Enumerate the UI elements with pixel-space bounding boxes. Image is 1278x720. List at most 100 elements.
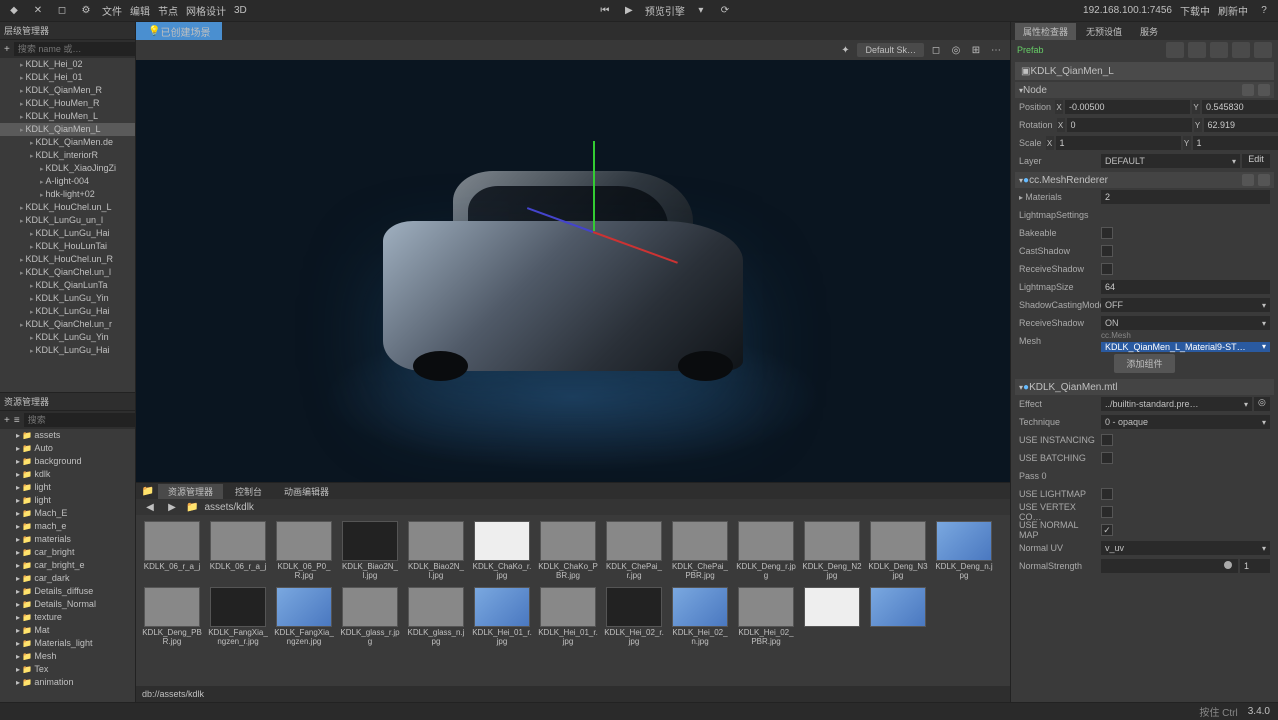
- folder-item[interactable]: light: [0, 494, 135, 507]
- help-icon[interactable]: [1242, 174, 1254, 186]
- unm-checkbox[interactable]: [1101, 524, 1113, 536]
- pass-row[interactable]: Pass 0: [1015, 467, 1274, 485]
- folder-item[interactable]: kdlk: [0, 468, 135, 481]
- tree-item[interactable]: KDLK_HouMen_R: [0, 97, 135, 110]
- tree-item[interactable]: KDLK_LunGu_Hai: [0, 227, 135, 240]
- tab-service[interactable]: 服务: [1132, 23, 1166, 40]
- lightmapsize-input[interactable]: [1101, 280, 1270, 294]
- folder-item[interactable]: materials: [0, 533, 135, 546]
- sort-icon[interactable]: ≡: [14, 412, 20, 428]
- asset-item[interactable]: KDLK_Hei_01_r.jpg: [538, 587, 598, 647]
- effect-locate-icon[interactable]: ◎: [1254, 397, 1270, 411]
- menu-node[interactable]: 节点: [158, 3, 178, 18]
- folder-item[interactable]: Tex: [0, 663, 135, 676]
- asset-item[interactable]: KDLK_Deng_PBR.jpg: [142, 587, 202, 647]
- menu-edit[interactable]: 编辑: [130, 3, 150, 18]
- tree-item[interactable]: KDLK_LunGu_un_l: [0, 214, 135, 227]
- mesh-renderer-header[interactable]: ● cc.MeshRenderer: [1015, 172, 1274, 188]
- menu-file[interactable]: 文件: [102, 3, 122, 18]
- folder-item[interactable]: Details_diffuse: [0, 585, 135, 598]
- nav-back-icon[interactable]: ◀: [142, 499, 158, 515]
- tree-item[interactable]: KDLK_QianMen_L: [0, 123, 135, 136]
- ab-tab-anim[interactable]: 动画编辑器: [274, 484, 339, 499]
- tb-btn-4[interactable]: [1232, 42, 1250, 58]
- tree-item[interactable]: A-light-004: [0, 175, 135, 188]
- tab-nopreset[interactable]: 无预设值: [1078, 23, 1130, 40]
- asset-item[interactable]: KDLK_glass_n.jpg: [406, 587, 466, 647]
- scale-x-input[interactable]: [1056, 136, 1181, 150]
- gear-icon[interactable]: [1258, 84, 1270, 96]
- scene-tab-active[interactable]: 💡 已创建场景: [136, 22, 222, 40]
- lightmap-settings-row[interactable]: LightmapSettings: [1015, 206, 1274, 224]
- tree-item[interactable]: KDLK_Hei_02: [0, 58, 135, 71]
- asset-grid[interactable]: KDLK_06_r_a_jKDLK_06_r_a_jKDLK_06_P0_R.j…: [136, 515, 1010, 686]
- help-icon[interactable]: [1242, 84, 1254, 96]
- folder-item[interactable]: texture: [0, 611, 135, 624]
- reload-label[interactable]: 刷新中: [1218, 3, 1248, 18]
- tree-item[interactable]: KDLK_LunGu_Yin: [0, 292, 135, 305]
- viewport-3d[interactable]: [136, 60, 1010, 482]
- tree-item[interactable]: KDLK_QianChel.un_l: [0, 266, 135, 279]
- download-label[interactable]: 下载中: [1180, 3, 1210, 18]
- effect-select[interactable]: ../builtin-standard.pre…: [1101, 397, 1252, 411]
- asset-item[interactable]: KDLK_ChaKo_r.jpg: [472, 521, 532, 581]
- layer-edit-btn[interactable]: Edit: [1242, 154, 1270, 168]
- asset-item[interactable]: KDLK_ChePai_r.jpg: [604, 521, 664, 581]
- folder-item[interactable]: background: [0, 455, 135, 468]
- gear-icon[interactable]: [1258, 174, 1270, 186]
- asset-item[interactable]: KDLK_06_r_a_j: [142, 521, 202, 581]
- pos-y-input[interactable]: [1202, 100, 1278, 114]
- folder-item[interactable]: car_dark: [0, 572, 135, 585]
- menu-3d[interactable]: 3D: [234, 5, 247, 16]
- ns-slider[interactable]: [1101, 559, 1238, 573]
- technique-select[interactable]: 0 - opaque: [1101, 415, 1270, 429]
- refresh-icon[interactable]: ⟳: [717, 3, 733, 19]
- tree-item[interactable]: KDLK_HouChel.un_L: [0, 201, 135, 214]
- scm-select[interactable]: OFF: [1101, 298, 1270, 312]
- folder-item[interactable]: Mach_E: [0, 507, 135, 520]
- asset-item[interactable]: KDLK_Hei_01_r.jpg: [472, 587, 532, 647]
- tree-item[interactable]: KDLK_HouChel.un_R: [0, 253, 135, 266]
- asset-item[interactable]: KDLK_Biao2N_l.jpg: [406, 521, 466, 581]
- tb-btn-3[interactable]: [1210, 42, 1228, 58]
- hierarchy-search-input[interactable]: [14, 42, 135, 56]
- folder-item[interactable]: mach_e: [0, 520, 135, 533]
- play-icon[interactable]: ▶: [621, 3, 637, 19]
- materials-count-input[interactable]: [1101, 190, 1270, 204]
- back-icon[interactable]: ◻: [54, 3, 70, 19]
- gizmo-icon[interactable]: ✦: [837, 42, 853, 58]
- help-icon[interactable]: ?: [1256, 3, 1272, 19]
- asset-item[interactable]: KDLK_ChaKo_PBR.jpg: [538, 521, 598, 581]
- materials-label[interactable]: Materials: [1019, 192, 1097, 202]
- tree-item[interactable]: KDLK_Hei_01: [0, 71, 135, 84]
- node-name-field[interactable]: ▣ KDLK_QianMen_L: [1015, 62, 1274, 80]
- folder-item[interactable]: Mesh: [0, 650, 135, 663]
- ab-path-text[interactable]: assets/kdlk: [204, 502, 253, 513]
- tree-item[interactable]: KDLK_interiorR: [0, 149, 135, 162]
- menu-mesh[interactable]: 网格设计: [186, 3, 226, 18]
- material-header[interactable]: ● KDLK_QianMen.mtl: [1015, 379, 1274, 395]
- skybox-dropdown[interactable]: Default Sk…: [857, 43, 924, 57]
- asset-item[interactable]: KDLK_glass_r.jpg: [340, 587, 400, 647]
- tb-btn-2[interactable]: [1188, 42, 1206, 58]
- ns-input[interactable]: [1240, 559, 1270, 573]
- folder-item[interactable]: car_bright_e: [0, 559, 135, 572]
- folder-item[interactable]: Mat: [0, 624, 135, 637]
- uvc-checkbox[interactable]: [1101, 506, 1113, 518]
- asset-item[interactable]: [802, 587, 862, 647]
- add-component-button[interactable]: 添加组件: [1114, 354, 1174, 373]
- folder-icon[interactable]: 📁: [140, 483, 156, 499]
- asset-item[interactable]: KDLK_Hei_02_PBR.jpg: [736, 587, 796, 647]
- settings-icon[interactable]: ⚙: [78, 3, 94, 19]
- scale-y-input[interactable]: [1193, 136, 1278, 150]
- folder-item[interactable]: car_bright: [0, 546, 135, 559]
- assets-tree[interactable]: assetsAutobackgroundkdlklightlightMach_E…: [0, 429, 135, 702]
- ab-tab-assets[interactable]: 资源管理器: [158, 484, 223, 499]
- folder-item[interactable]: Details_Normal: [0, 598, 135, 611]
- asset-item[interactable]: KDLK_06_P0_R.jpg: [274, 521, 334, 581]
- dropdown-icon[interactable]: ▾: [693, 3, 709, 19]
- tree-item[interactable]: KDLK_QianMen_R: [0, 84, 135, 97]
- hierarchy-tree[interactable]: KDLK_Hei_02KDLK_Hei_01KDLK_QianMen_RKDLK…: [0, 58, 135, 388]
- rot-y-input[interactable]: [1204, 118, 1278, 132]
- nav-fwd-icon[interactable]: ▶: [164, 499, 180, 515]
